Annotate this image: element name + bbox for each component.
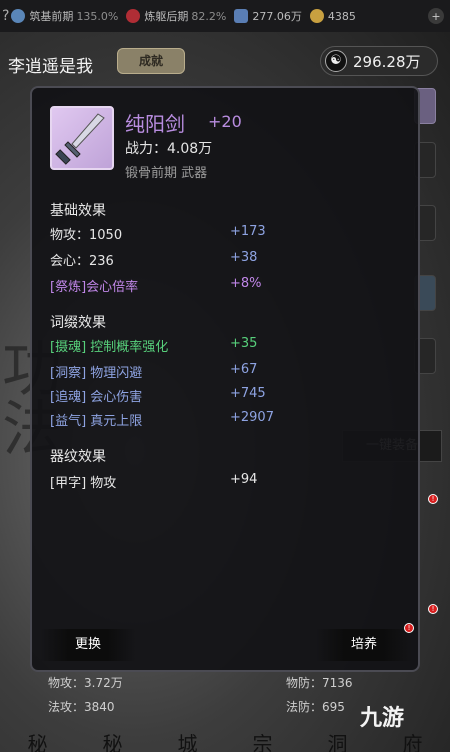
achievement-button[interactable]: 成就 bbox=[117, 48, 185, 74]
spirit-stone-icon bbox=[234, 9, 249, 23]
notification-dot: ! bbox=[428, 604, 438, 614]
item-power: 战力：4.08万 bbox=[125, 141, 213, 157]
section-title-affix: 词缀效果 bbox=[50, 315, 106, 331]
bottom-tab[interactable]: 城 bbox=[178, 728, 198, 752]
affix-row: [摄魂] 控制概率强化 +35 bbox=[50, 336, 258, 355]
stat-row: [祭炼]会心倍率 +8% bbox=[50, 276, 262, 295]
currency-value: 296.28万 bbox=[353, 52, 421, 71]
bottom-tab[interactable]: 秘 bbox=[28, 728, 48, 752]
stat-row: 会心：236 +38 bbox=[50, 250, 258, 269]
affix-row: [洞察] 物理闪避 +67 bbox=[50, 362, 258, 381]
currency-display[interactable]: ☯ 296.28万 bbox=[320, 46, 438, 76]
bottom-tab[interactable]: 洞 bbox=[328, 728, 348, 752]
watermark-logo: 九游 bbox=[360, 706, 405, 731]
bottom-tab[interactable]: 府 bbox=[403, 728, 423, 752]
top-bar: 李逍遥是我 成就 ☯ 296.28万 bbox=[0, 36, 450, 86]
item-type: 锻骨前期 武器 bbox=[125, 166, 208, 181]
bg-stat-mag-atk: 法攻：3840 bbox=[48, 700, 115, 714]
realm-stat[interactable]: 筑基前期 135.0% bbox=[11, 8, 118, 24]
status-bar: ? 筑基前期 135.0% 炼躯后期 82.2% 277.06万 4385 + bbox=[0, 0, 450, 32]
spirit-stone-stat[interactable]: 277.06万 bbox=[234, 8, 302, 24]
pattern-row: [甲字] 物攻 +94 bbox=[50, 472, 258, 491]
affix-row: [益气] 真元上限 +2907 bbox=[50, 410, 274, 429]
body-stat[interactable]: 炼躯后期 82.2% bbox=[126, 8, 226, 24]
gold-stat[interactable]: 4385 bbox=[309, 9, 356, 23]
section-title-base: 基础效果 bbox=[50, 203, 106, 219]
bg-stat-phys-atk: 物攻：3.72万 bbox=[48, 676, 123, 690]
add-icon[interactable]: + bbox=[428, 8, 444, 24]
section-title-pattern: 器纹效果 bbox=[50, 449, 106, 465]
affix-row: [追魂] 会心伤害 +745 bbox=[50, 386, 266, 405]
replace-button[interactable]: 更换 bbox=[40, 629, 136, 661]
bg-stat-mag-def: 法防：695 bbox=[286, 700, 345, 714]
bottom-tab[interactable]: 秘 bbox=[103, 728, 123, 752]
help-icon[interactable]: ? bbox=[2, 8, 9, 24]
bg-stat-phys-def: 物防：7136 bbox=[286, 676, 353, 690]
yinyang-icon: ☯ bbox=[325, 50, 347, 72]
body-icon bbox=[126, 9, 141, 23]
bottom-tab[interactable]: 宗 bbox=[253, 728, 273, 752]
item-enhance-level: +20 bbox=[208, 112, 242, 131]
cultivate-badge: ! bbox=[404, 623, 414, 633]
player-name: 李逍遥是我 bbox=[8, 57, 93, 77]
cultivate-button[interactable]: 培养 bbox=[316, 629, 412, 661]
realm-icon bbox=[11, 9, 26, 23]
notification-dot: ! bbox=[428, 494, 438, 504]
sword-icon bbox=[50, 106, 114, 170]
item-name: 纯阳剑 bbox=[125, 112, 185, 136]
item-detail-panel: 纯阳剑 +20 战力：4.08万 锻骨前期 武器 基础效果 物攻：1050 +17… bbox=[30, 86, 420, 672]
gold-icon bbox=[309, 9, 324, 23]
stat-row: 物攻：1050 +173 bbox=[50, 224, 266, 243]
